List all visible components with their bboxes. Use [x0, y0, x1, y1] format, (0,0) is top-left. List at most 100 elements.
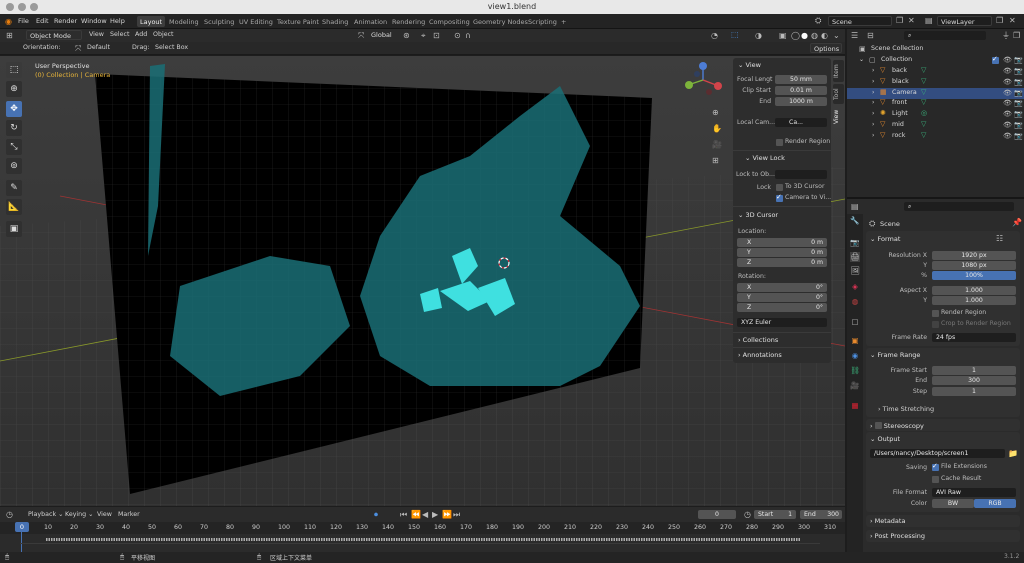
outliner-row-back[interactable]: › ▽ back ▽ 👁 📷	[847, 66, 1024, 77]
outliner-row-rock[interactable]: › ▽ rock ▽ 👁 📷	[847, 131, 1024, 142]
delete-scene-icon[interactable]: ✕	[908, 16, 915, 25]
move-tool[interactable]: ✥	[6, 101, 22, 117]
metadata-panel[interactable]: › Metadata	[866, 515, 1020, 527]
outliner-row-mid[interactable]: › ▽ mid ▽ 👁 📷	[847, 120, 1024, 131]
rendered-shading-icon[interactable]: ◐	[821, 31, 828, 40]
editor-type-icon[interactable]: ⊞	[6, 31, 13, 40]
menu-help[interactable]: Help	[110, 17, 125, 25]
stereoscopy-panel[interactable]: › Stereoscopy	[866, 419, 1020, 431]
tab-compositing[interactable]: Compositing	[426, 16, 473, 27]
cursor-rotation-y[interactable]: Y 0°	[737, 293, 827, 302]
select-box-tool[interactable]: ⬚	[6, 62, 22, 78]
render-camera-icon[interactable]: 📷	[1014, 56, 1023, 65]
outliner-row-light[interactable]: › ✺ Light ◎ 👁 📷	[847, 109, 1024, 120]
render-camera-icon[interactable]: 📷	[1014, 121, 1023, 130]
tab-texture-paint[interactable]: Texture Paint	[274, 16, 322, 27]
cache-result-checkbox[interactable]	[932, 476, 939, 483]
current-frame-field[interactable]: 0	[698, 510, 736, 519]
overlay-toggle-icon[interactable]: ◑	[755, 31, 762, 40]
color-bw-button[interactable]: BW	[932, 499, 974, 508]
visibility-eye-icon[interactable]: 👁	[1003, 89, 1012, 98]
falloff-icon[interactable]: ∩	[465, 31, 471, 40]
vp-menu-add[interactable]: Add	[135, 31, 147, 38]
tab-geometry-nodes[interactable]: Geometry Nodes	[470, 16, 531, 27]
rotate-tool[interactable]: ↻	[6, 120, 22, 136]
blender-logo-icon[interactable]: ◉	[5, 17, 12, 26]
render-tab-icon[interactable]: 📷	[850, 238, 860, 248]
presets-icon[interactable]: ☷	[996, 234, 1003, 243]
tab-animation[interactable]: Animation	[351, 16, 390, 27]
outliner-row-front[interactable]: › ▽ front ▽ 👁 📷	[847, 98, 1024, 109]
pan-hand-icon[interactable]: ✋	[712, 124, 722, 133]
post-processing-header[interactable]: › Post Processing	[870, 532, 925, 540]
output-path-input[interactable]: /Users/nancy/Desktop/screen1	[870, 449, 1005, 458]
view-layer-tab-icon[interactable]: 🖼	[850, 266, 860, 276]
material-preview-icon[interactable]: ◍	[811, 31, 818, 40]
resolution-percent-slider[interactable]: 100%	[932, 271, 1016, 280]
gizmo-toggle-icon[interactable]: ⬚	[731, 30, 739, 39]
to-3d-cursor-checkbox[interactable]	[776, 184, 783, 191]
annotations-header[interactable]: › Annotations	[738, 351, 782, 359]
frame-rate-dropdown[interactable]: 24 fps	[932, 333, 1016, 342]
snap-icon[interactable]: ⌖	[421, 31, 426, 40]
frame-range-header[interactable]: ⌄ Frame Range	[870, 351, 920, 359]
clip-end-field[interactable]: 1000 m	[775, 97, 827, 106]
wireframe-shading-icon[interactable]: ◯	[791, 31, 800, 40]
render-region-checkbox[interactable]	[776, 139, 783, 146]
annotate-tool[interactable]: ✎	[6, 180, 22, 196]
scene-tab-icon[interactable]: ◈	[850, 282, 860, 292]
visibility-eye-icon[interactable]: 👁	[1003, 67, 1012, 76]
format-header[interactable]: ⌄ Format	[870, 235, 900, 243]
start-frame-field[interactable]: Start 1	[754, 510, 796, 519]
cursor-rotation-x[interactable]: X 0°	[737, 283, 827, 292]
metadata-header[interactable]: › Metadata	[870, 517, 905, 525]
add-cube-tool[interactable]: ▣	[6, 221, 22, 237]
visibility-eye-icon[interactable]: 👁	[1003, 99, 1012, 108]
delete-view-layer-icon[interactable]: ✕	[1009, 16, 1016, 25]
expand-icon[interactable]: ›	[872, 132, 874, 139]
playhead[interactable]: 0	[15, 522, 29, 532]
3d-viewport[interactable]: User Perspective (0) Collection | Camera…	[0, 56, 845, 506]
npanel-tab-tool[interactable]: Tool	[833, 84, 844, 104]
cursor-location-y[interactable]: Y0 m	[737, 248, 827, 257]
jump-end-icon[interactable]: ⏭	[453, 510, 460, 519]
expand-icon[interactable]: ›	[872, 89, 874, 96]
collapse-icon[interactable]: ⌄	[859, 56, 864, 63]
cursor-location-x[interactable]: X0 m	[737, 238, 827, 247]
marker-menu[interactable]: Marker	[118, 511, 140, 518]
cursor-location-z[interactable]: Z0 m	[737, 258, 827, 267]
vp-menu-view[interactable]: View	[89, 31, 104, 38]
visibility-eye-icon[interactable]: 👁	[1003, 132, 1012, 141]
vp-menu-object[interactable]: Object	[153, 31, 174, 38]
folder-icon[interactable]: 📁	[1008, 449, 1018, 458]
render-camera-icon[interactable]: 📷	[1014, 78, 1023, 87]
visibility-icon[interactable]: ◔	[711, 31, 718, 40]
outliner-row-collection[interactable]: ⌄ ▢ Collection 👁 📷	[847, 55, 1024, 66]
snap-target-icon[interactable]: ⊡	[433, 31, 440, 40]
timeline-view-menu[interactable]: View	[97, 511, 112, 518]
properties-search-input[interactable]: ⌕	[904, 202, 1014, 211]
npanel-tab-item[interactable]: Item	[833, 60, 844, 82]
object-tab-icon[interactable]: ▣	[850, 336, 860, 346]
vp-menu-select[interactable]: Select	[110, 31, 129, 38]
render-camera-icon[interactable]: 📷	[1014, 132, 1023, 141]
output-tab-icon[interactable]: 🖨	[850, 252, 860, 262]
render-region-prop-checkbox[interactable]	[932, 310, 939, 317]
file-format-dropdown[interactable]: AVI Raw	[932, 488, 1016, 497]
tool-tab-icon[interactable]: 🔧	[850, 216, 860, 226]
measure-tool[interactable]: 📐	[6, 199, 22, 215]
menu-edit[interactable]: Edit	[36, 17, 49, 25]
timeline-editor-icon[interactable]: ◷	[6, 510, 13, 519]
cursor-rotation-z[interactable]: Z 0°	[737, 303, 827, 312]
constraints-tab-icon[interactable]: ⛓	[850, 366, 860, 376]
menu-window[interactable]: Window	[81, 17, 107, 25]
scene-selector[interactable]: Scene	[828, 16, 892, 26]
scale-tool[interactable]: ⤡	[6, 139, 22, 155]
menu-file[interactable]: File	[18, 17, 29, 25]
physics-tab-icon[interactable]: ◉	[850, 351, 860, 361]
view-section-header[interactable]: ⌄ View	[738, 61, 761, 69]
add-workspace-button[interactable]: +	[558, 16, 569, 27]
texture-tab-icon[interactable]: ▦	[850, 401, 860, 411]
view-lock-header[interactable]: ⌄ View Lock	[745, 154, 785, 162]
pin-icon[interactable]: 📌	[1012, 218, 1022, 227]
